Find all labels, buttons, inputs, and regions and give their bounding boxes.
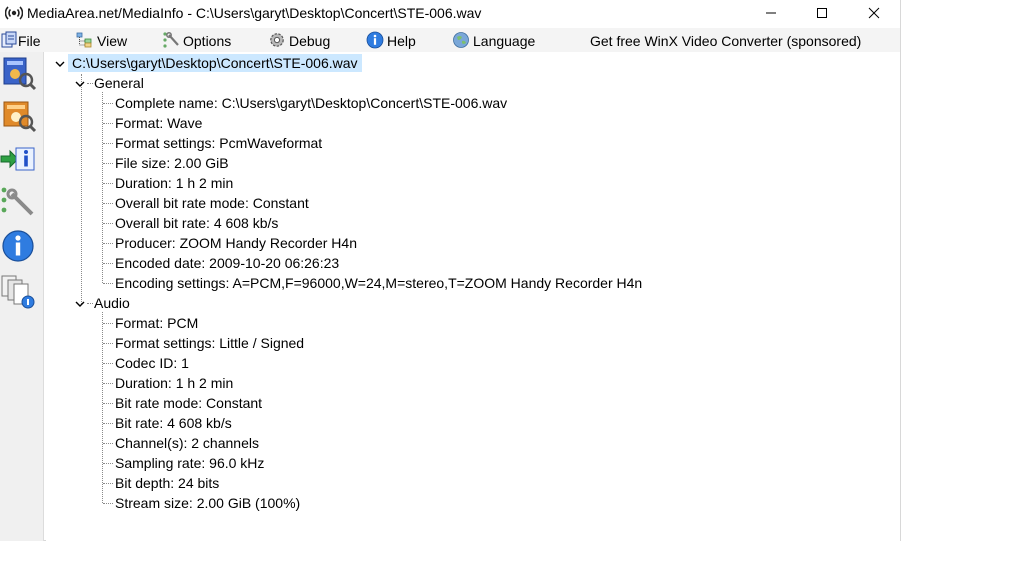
tree-item[interactable]: Bit rate mode: Constant [115,394,262,412]
about-button[interactable] [0,228,38,266]
menu-file-label: File [18,33,41,49]
tree-item[interactable]: Complete name: C:\Users\garyt\Desktop\Co… [115,94,507,112]
menu-options-label: Options [183,33,232,49]
tree-item[interactable]: Stream size: 2.00 GiB (100%) [115,494,300,512]
tree-item[interactable]: Overall bit rate mode: Constant [115,194,309,212]
tree-connector [103,443,113,444]
options-icon [162,31,180,49]
tree-connector [87,83,93,84]
sheet-view-icon [3,101,37,133]
audio-chevron-down-icon[interactable] [75,299,85,309]
tree-connector [102,312,103,503]
globe-icon [452,31,470,49]
tree-item[interactable]: Format: Wave [115,114,202,132]
tree-connector [103,223,113,224]
tree-item[interactable]: Overall bit rate: 4 608 kb/s [115,214,278,232]
window-title: MediaArea.net/MediaInfo - C:\Users\garyt… [27,5,482,21]
tree-connector [103,123,113,124]
tree-item[interactable]: Format settings: Little / Signed [115,334,304,352]
debug-gear-icon [268,31,286,49]
tree-item[interactable]: Format: PCM [115,314,198,332]
minimize-button[interactable] [748,0,794,26]
maximize-icon [817,8,827,18]
tree-connector [103,363,113,364]
menu-debug-label: Debug [289,33,331,49]
mediainfo-window: MediaArea.net/MediaInfo - C:\Users\garyt… [0,0,901,541]
side-toolbar [0,52,44,541]
sponsored-link[interactable]: Get free WinX Video Converter (sponsored… [590,32,861,50]
close-icon [868,7,880,19]
tree-item[interactable]: Encoding settings: A=PCM,F=96000,W=24,M=… [115,274,642,292]
tree-connector [103,183,113,184]
tree-connector [103,263,113,264]
tree-section-audio[interactable]: Audio [94,294,130,312]
menu-language-label: Language [473,33,536,49]
tree-connector [103,203,113,204]
tree-item[interactable]: Duration: 1 h 2 min [115,174,233,192]
help-info-icon [366,31,384,49]
tree-connector [103,143,113,144]
tree-section-general[interactable]: General [94,74,144,92]
preferences-icon [1,187,34,216]
file-icon [0,31,18,49]
tree-item[interactable]: Bit depth: 24 bits [115,474,219,492]
tree-connector [103,383,113,384]
tree-connector [103,243,113,244]
tree-item[interactable]: Duration: 1 h 2 min [115,374,233,392]
tree-connector [103,283,113,284]
tree-connector [103,423,113,424]
export-button[interactable] [0,140,38,178]
tree-item[interactable]: Channel(s): 2 channels [115,434,259,452]
tree-connector [103,103,113,104]
view-icon [76,31,94,49]
tree-connector [103,343,113,344]
tree-connector [103,503,113,504]
tree-item[interactable]: Producer: ZOOM Handy Recorder H4n [115,234,357,252]
preferences-button[interactable] [0,184,38,222]
root-chevron-down-icon[interactable] [55,59,65,69]
title-bar[interactable]: MediaArea.net/MediaInfo - C:\Users\garyt… [0,0,900,26]
tree-connector [103,163,113,164]
sheet-view-button[interactable] [0,96,38,134]
tree-connector [87,303,93,304]
info-tree-view[interactable]: C:\Users\garyt\Desktop\Concert\STE-006.w… [46,52,900,541]
tree-item[interactable]: Bit rate: 4 608 kb/s [115,414,232,432]
menu-help-label: Help [387,33,416,49]
tree-item[interactable]: Encoded date: 2009-10-20 06:26:23 [115,254,339,272]
basic-view-icon [3,57,37,91]
general-chevron-down-icon[interactable] [75,79,85,89]
tree-connector [103,463,113,464]
tree-connector [81,74,82,304]
tree-connector [102,92,103,283]
tree-item[interactable]: Sampling rate: 96.0 kHz [115,454,264,472]
reports-icon [1,275,35,309]
reports-button[interactable] [0,272,38,310]
tree-item[interactable]: Format settings: PcmWaveformat [115,134,322,152]
close-button[interactable] [851,0,897,26]
tree-connector [103,323,113,324]
tree-item[interactable]: File size: 2.00 GiB [115,154,229,172]
menu-view-label: View [97,33,128,49]
tree-connector [103,483,113,484]
tree-item[interactable]: Codec ID: 1 [115,354,189,372]
basic-view-button[interactable] [0,54,38,92]
export-icon [0,147,35,171]
minimize-icon [766,12,776,14]
about-info-icon [2,230,34,262]
menu-bar: File View Options Debug Help Language Ge… [0,28,900,52]
tree-root-file[interactable]: C:\Users\garyt\Desktop\Concert\STE-006.w… [68,54,362,72]
mediainfo-app-icon [4,4,24,22]
maximize-button[interactable] [799,0,845,26]
tree-connector [103,403,113,404]
